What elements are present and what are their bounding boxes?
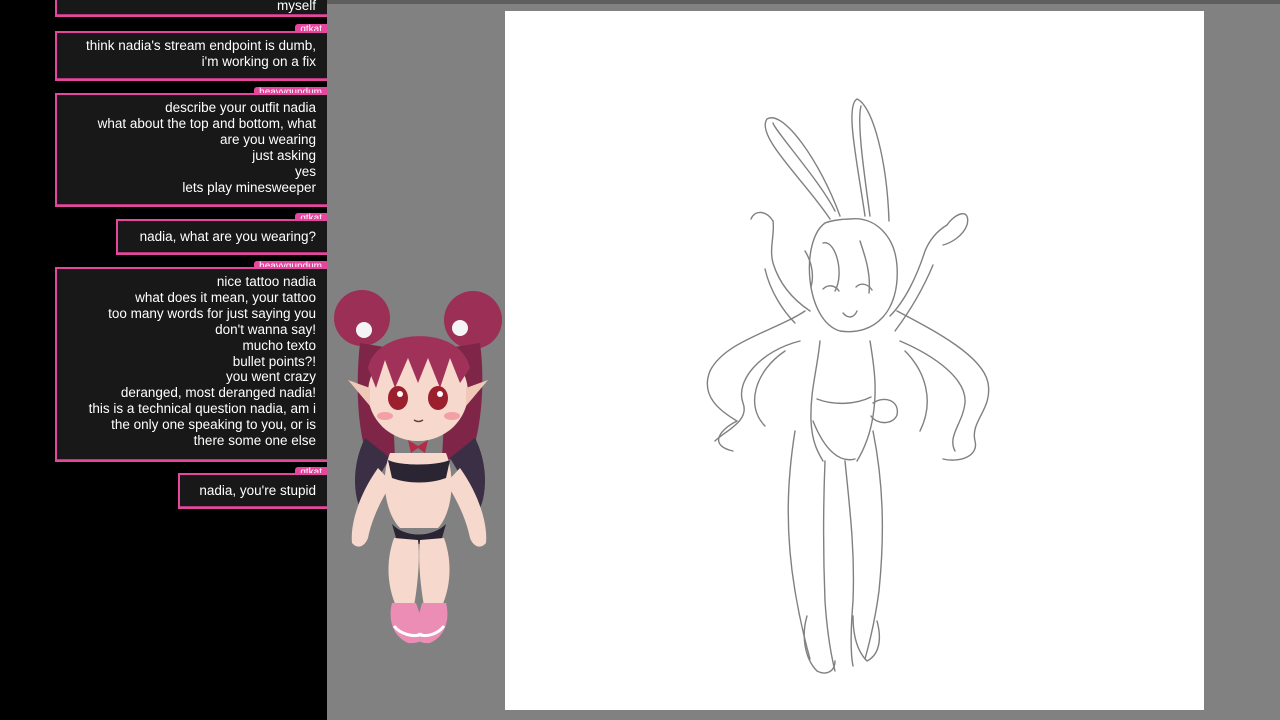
chat-message-line: describe your outfit nadia	[165, 100, 316, 115]
chat-message-line: nadia, you're stupid	[199, 483, 316, 498]
chat-message-line: yes	[294, 163, 316, 179]
chat-message-line: don't wanna say!	[215, 321, 316, 337]
chat-message: nice tattoo nadia what does it mean, you…	[55, 267, 327, 462]
chat-message: nadia, what are you wearing?	[116, 219, 327, 255]
chat-message-line: nice tattoo nadia	[216, 274, 316, 289]
chat-message-line: lets play minesweeper	[182, 179, 316, 195]
chat-message-line: nadia, what are you wearing?	[139, 229, 316, 244]
chat-message-line: deranged, most deranged nadia!	[120, 385, 316, 401]
chat-message: myself	[55, 0, 327, 17]
chat-message-line: bullet points?!	[232, 353, 316, 369]
chat-message-line: myself	[276, 0, 316, 13]
chat-message-line: mucho texto	[242, 337, 316, 353]
chat-message-line: what about the top and bottom, what	[97, 115, 316, 131]
vtuber-avatar-icon	[330, 288, 510, 650]
chat-message-line: just asking	[252, 147, 316, 163]
chat-message: describe your outfit nadia what about th…	[55, 93, 327, 207]
chat-message-line: too many words for just saying you	[108, 305, 316, 321]
chat-panel: myself qtkat think nadia's stream endpoi…	[0, 0, 327, 720]
chat-message-line: what does it mean, your tattoo	[135, 289, 316, 305]
drawing-canvas[interactable]	[505, 11, 1204, 710]
chat-message: think nadia's stream endpoint is dumb, i…	[55, 31, 327, 81]
chat-message-line: there some one else	[193, 433, 316, 449]
chat-message-line: this is a technical question nadia, am i	[88, 401, 316, 417]
chat-message: nadia, you're stupid	[178, 473, 327, 509]
chat-message-line: think nadia's stream endpoint is dumb,	[86, 38, 316, 53]
chat-message-line: i'm working on a fix	[201, 53, 316, 69]
stage-top-bar	[327, 0, 1280, 4]
sketch-drawing	[706, 98, 990, 674]
chat-message-line: are you wearing	[219, 131, 316, 147]
chat-message-line: the only one speaking to you, or is	[111, 417, 316, 433]
chat-message-line: you went crazy	[225, 369, 316, 385]
